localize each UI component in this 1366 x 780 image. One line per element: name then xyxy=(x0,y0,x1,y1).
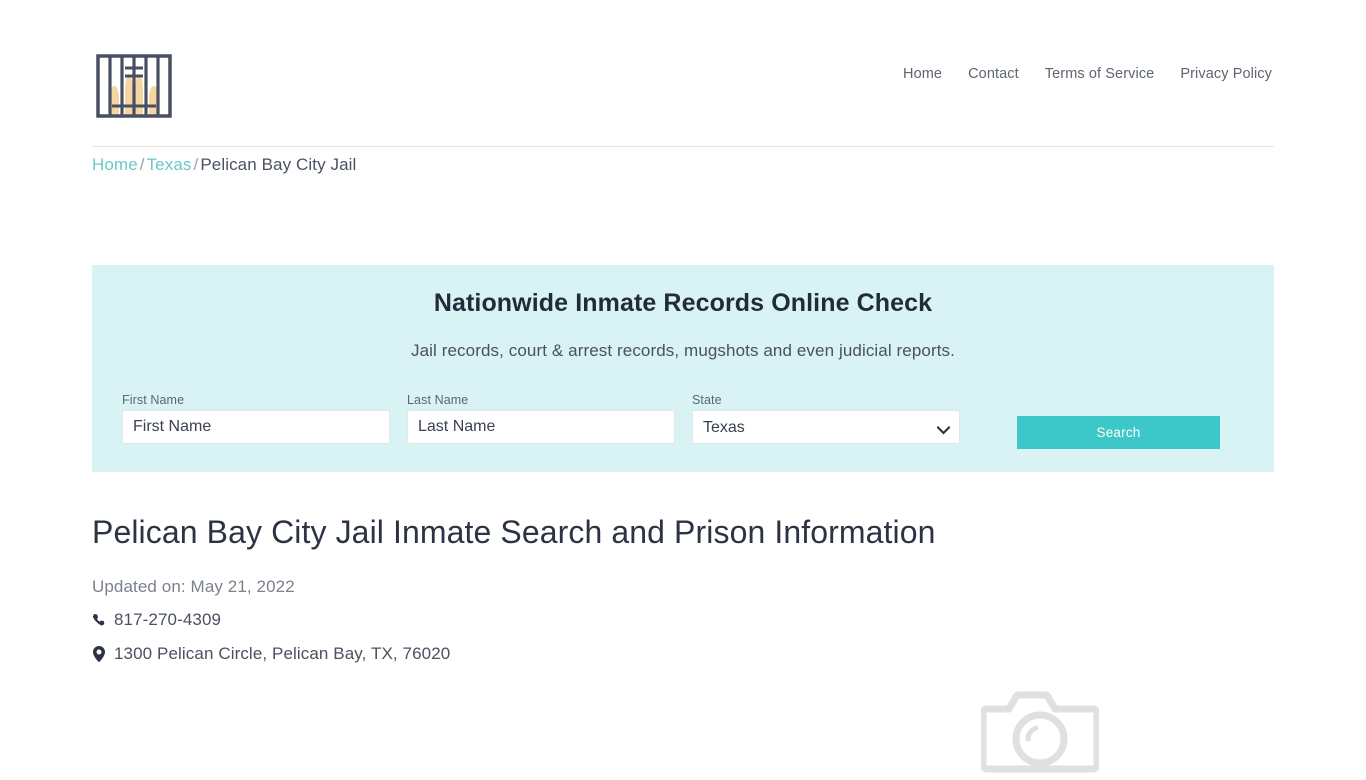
facility-phone-value: 817-270-4309 xyxy=(114,610,222,629)
nav-item-contact[interactable]: Contact xyxy=(968,66,1019,82)
last-name-field-group: Last Name xyxy=(407,393,675,444)
banner-title: Nationwide Inmate Records Online Check xyxy=(433,289,933,317)
page-root: Home Contact Terms of Service Privacy Po… xyxy=(0,0,1366,773)
updated-on-text: Updated on: May 21, 2022 xyxy=(92,577,295,596)
breadcrumb-current: Pelican Bay City Jail xyxy=(200,155,357,174)
breadcrumb: Home / Texas / Pelican Bay City Jail xyxy=(92,155,356,175)
first-name-label: First Name xyxy=(122,393,185,407)
site-header: Home Contact Terms of Service Privacy Po… xyxy=(92,0,1274,147)
main-navigation: Home Contact Terms of Service Privacy Po… xyxy=(903,66,1272,82)
first-name-input[interactable] xyxy=(122,410,390,444)
facility-phone: 817-270-4309 xyxy=(92,610,221,630)
breadcrumb-link-texas[interactable]: Texas xyxy=(147,155,192,174)
inmate-search-banner: Nationwide Inmate Records Online Check J… xyxy=(92,265,1274,472)
nav-item-home[interactable]: Home xyxy=(903,66,942,82)
camera-icon xyxy=(979,691,1101,773)
last-name-input[interactable] xyxy=(407,410,675,444)
site-logo[interactable] xyxy=(94,52,174,120)
facility-address: 1300 Pelican Circle, Pelican Bay, TX, 76… xyxy=(92,644,450,664)
phone-icon xyxy=(92,613,106,627)
breadcrumb-separator: / xyxy=(193,155,199,174)
search-button[interactable]: Search xyxy=(1017,416,1220,449)
breadcrumb-link-home[interactable]: Home xyxy=(92,155,138,174)
state-select-wrap: Texas xyxy=(692,410,960,444)
breadcrumb-separator: / xyxy=(139,155,145,174)
state-label: State xyxy=(692,393,722,407)
nav-item-terms-of-service[interactable]: Terms of Service xyxy=(1045,66,1155,82)
state-field-group: State Texas xyxy=(692,393,960,444)
nav-item-privacy-policy[interactable]: Privacy Policy xyxy=(1180,66,1272,82)
state-select[interactable]: Texas xyxy=(692,410,960,444)
facility-photo-placeholder xyxy=(979,683,1101,775)
banner-subtitle: Jail records, court & arrest records, mu… xyxy=(411,341,955,360)
inmate-search-form: First Name Last Name State Texas xyxy=(122,393,1248,453)
jail-bars-hands-icon xyxy=(96,54,172,118)
facility-address-value: 1300 Pelican Circle, Pelican Bay, TX, 76… xyxy=(114,644,451,663)
last-name-label: Last Name xyxy=(407,393,469,407)
first-name-field-group: First Name xyxy=(122,393,390,444)
page-title: Pelican Bay City Jail Inmate Search and … xyxy=(92,514,936,550)
map-pin-icon xyxy=(92,646,106,662)
